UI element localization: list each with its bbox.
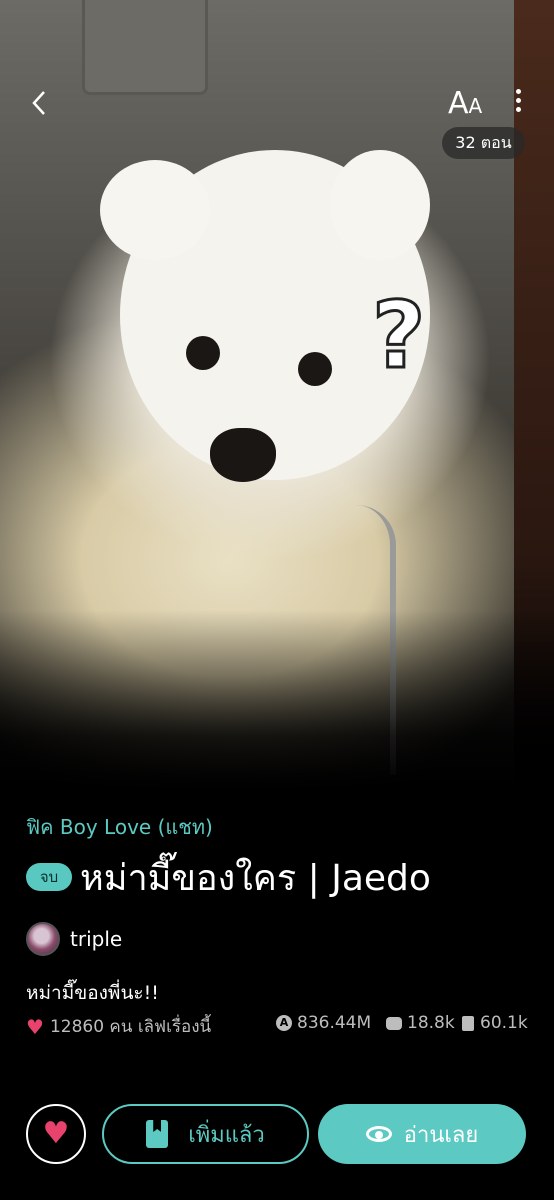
read-label: อ่านเลย: [403, 1122, 479, 1148]
back-button[interactable]: [24, 86, 58, 120]
added-label: เพิ่มแล้ว: [188, 1122, 265, 1148]
avatar: [26, 922, 60, 956]
heart-icon: ♥: [42, 1116, 70, 1151]
more-vertical-icon: [508, 89, 528, 112]
dog-eye-left: [186, 336, 220, 370]
dog-nose: [210, 428, 276, 482]
font-size-button[interactable]: AA: [448, 86, 482, 121]
dog-ear-left: [100, 160, 210, 260]
eye-icon: [365, 1126, 392, 1142]
status-badge: จบ: [26, 863, 72, 891]
likes-stat: ♥ 12860 คน เลิฟเรื่องนี้: [26, 1013, 211, 1040]
dog-eye-right: [298, 352, 332, 386]
saves-stat: 60.1k: [462, 1013, 528, 1033]
story-title: หม่ามี๊ของใคร | Jaedo: [80, 857, 431, 899]
views-stat: A 836.44M: [276, 1013, 371, 1033]
top-bar: AA 32 ตอน: [0, 0, 554, 170]
story-description: หม่ามี๊ของพี่นะ!!: [26, 982, 159, 1004]
title-row: จบ หม่ามี๊ของใคร | Jaedo: [26, 853, 431, 901]
read-now-button[interactable]: อ่านเลย: [318, 1104, 526, 1164]
comment-icon: [386, 1016, 402, 1030]
love-button[interactable]: ♥: [26, 1104, 86, 1164]
saves-count: 60.1k: [480, 1013, 528, 1033]
author-link[interactable]: triple: [26, 922, 122, 956]
bookmark-icon: [146, 1120, 169, 1148]
font-size-label-big: A: [448, 86, 469, 121]
comments-stat: 18.8k: [386, 1013, 455, 1033]
views-count: 836.44M: [297, 1013, 372, 1033]
comments-count: 18.8k: [407, 1013, 455, 1033]
chevron-left-icon: [32, 91, 45, 115]
likes-text: 12860 คน เลิฟเรื่องนี้: [49, 1017, 212, 1037]
heart-icon: ♥: [26, 1014, 44, 1039]
more-options-button[interactable]: [508, 86, 528, 122]
views-icon: A: [276, 1015, 292, 1031]
add-to-library-button[interactable]: เพิ่มแล้ว: [102, 1104, 309, 1164]
book-icon: [462, 1015, 474, 1031]
episode-count-badge: 32 ตอน: [442, 127, 525, 159]
font-size-label-small: A: [468, 94, 483, 118]
story-stats: ♥ 12860 คน เลิฟเรื่องนี้ A 836.44M 18.8k…: [26, 1013, 530, 1039]
question-mark-sticker: ?: [370, 281, 426, 391]
author-name: triple: [70, 927, 123, 951]
cover-fade: [0, 610, 554, 790]
genre-label[interactable]: ฟิค Boy Love (แชท): [26, 811, 213, 843]
